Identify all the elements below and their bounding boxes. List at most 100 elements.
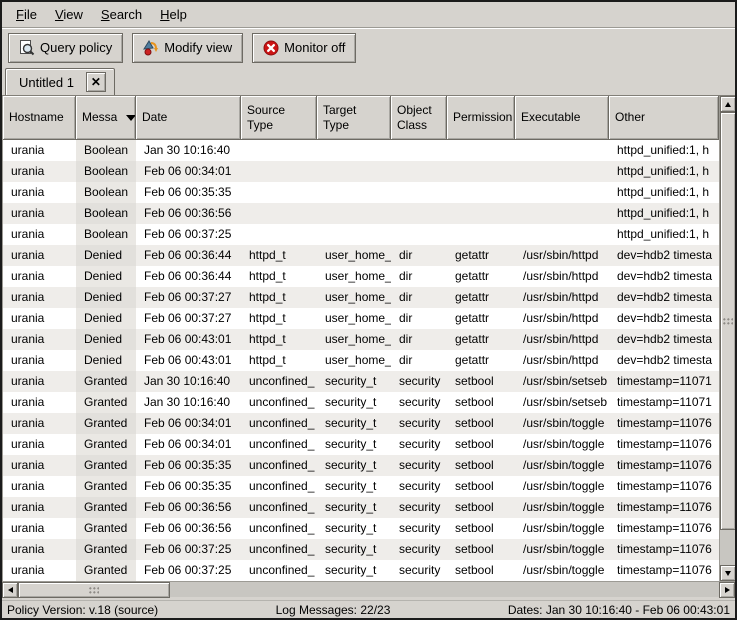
vertical-scrollbar[interactable] [719, 96, 735, 581]
cell-target_type: user_home_ [317, 245, 391, 266]
tab-strip: Untitled 1 ✕ [2, 66, 735, 95]
cell-permission [447, 182, 515, 203]
table-row[interactable]: uraniaBooleanFeb 06 00:35:35httpd_unifie… [3, 182, 719, 203]
cell-date: Feb 06 00:34:01 [136, 434, 241, 455]
modify-view-icon [143, 40, 159, 56]
cell-object_class [391, 203, 447, 224]
cell-object_class [391, 140, 447, 161]
cell-date: Jan 30 10:16:40 [136, 392, 241, 413]
cell-permission: getattr [447, 266, 515, 287]
column-header-source-type[interactable]: Source Type [241, 96, 317, 140]
cell-permission: getattr [447, 308, 515, 329]
cell-permission: setbool [447, 476, 515, 497]
column-header-hostname[interactable]: Hostname [3, 96, 76, 140]
table-row[interactable]: uraniaGrantedFeb 06 00:34:01unconfined_s… [3, 413, 719, 434]
cell-date: Feb 06 00:37:25 [136, 560, 241, 581]
table-row[interactable]: uraniaGrantedFeb 06 00:37:25unconfined_s… [3, 560, 719, 581]
grip-dots-icon [89, 587, 99, 594]
cell-target_type: security_t [317, 518, 391, 539]
cell-object_class [391, 182, 447, 203]
cell-hostname: urania [3, 539, 76, 560]
table-row[interactable]: uraniaBooleanFeb 06 00:37:25httpd_unifie… [3, 224, 719, 245]
cell-hostname: urania [3, 203, 76, 224]
cell-hostname: urania [3, 329, 76, 350]
cell-other: httpd_unified:1, h [609, 140, 719, 161]
cell-source_type [241, 161, 317, 182]
query-policy-button[interactable]: Query policy [8, 33, 123, 63]
cell-source_type: unconfined_ [241, 518, 317, 539]
monitor-off-button[interactable]: Monitor off [252, 33, 356, 63]
table-row[interactable]: uraniaGrantedFeb 06 00:35:35unconfined_s… [3, 476, 719, 497]
table-row[interactable]: uraniaDeniedFeb 06 00:37:27httpd_tuser_h… [3, 287, 719, 308]
cell-target_type: user_home_ [317, 329, 391, 350]
table-row[interactable]: uraniaDeniedFeb 06 00:43:01httpd_tuser_h… [3, 329, 719, 350]
scroll-up-button[interactable] [720, 96, 736, 112]
table-row[interactable]: uraniaGrantedJan 30 10:16:40unconfined_s… [3, 371, 719, 392]
cell-hostname: urania [3, 182, 76, 203]
table-row[interactable]: uraniaGrantedFeb 06 00:37:25unconfined_s… [3, 539, 719, 560]
menu-search[interactable]: Search [92, 4, 151, 25]
column-header-target-type[interactable]: Target Type [317, 96, 391, 140]
table-row[interactable]: uraniaBooleanJan 30 10:16:40httpd_unifie… [3, 140, 719, 161]
table-row[interactable]: uraniaBooleanFeb 06 00:36:56httpd_unifie… [3, 203, 719, 224]
cell-date: Feb 06 00:35:35 [136, 455, 241, 476]
table-row[interactable]: uraniaGrantedFeb 06 00:34:01unconfined_s… [3, 434, 719, 455]
tab-untitled-1[interactable]: Untitled 1 ✕ [5, 68, 115, 95]
scroll-left-button[interactable] [2, 582, 18, 598]
cell-executable [515, 203, 609, 224]
cell-hostname: urania [3, 413, 76, 434]
cell-object_class: security [391, 371, 447, 392]
cell-source_type: httpd_t [241, 350, 317, 371]
cell-source_type: httpd_t [241, 287, 317, 308]
column-header-other[interactable]: Other [609, 96, 719, 140]
cell-other: timestamp=11071 [609, 392, 719, 413]
cell-object_class: security [391, 434, 447, 455]
menu-file[interactable]: File [7, 4, 46, 25]
table-row[interactable]: uraniaGrantedFeb 06 00:36:56unconfined_s… [3, 497, 719, 518]
tab-close-button[interactable]: ✕ [86, 72, 106, 92]
cell-target_type [317, 161, 391, 182]
column-header-permission[interactable]: Permission [447, 96, 515, 140]
menu-help[interactable]: Help [151, 4, 196, 25]
cell-executable: /usr/sbin/httpd [515, 245, 609, 266]
modify-view-button[interactable]: Modify view [132, 33, 243, 63]
column-header-object-class[interactable]: Object Class [391, 96, 447, 140]
menu-view[interactable]: View [46, 4, 92, 25]
cell-message: Granted [76, 434, 136, 455]
cell-permission: getattr [447, 245, 515, 266]
table-row[interactable]: uraniaDeniedFeb 06 00:37:27httpd_tuser_h… [3, 308, 719, 329]
cell-hostname: urania [3, 560, 76, 581]
cell-target_type: security_t [317, 371, 391, 392]
cell-source_type: httpd_t [241, 245, 317, 266]
cell-message: Boolean [76, 161, 136, 182]
table-row[interactable]: uraniaDeniedFeb 06 00:36:44httpd_tuser_h… [3, 245, 719, 266]
close-icon: ✕ [91, 76, 101, 88]
cell-permission: setbool [447, 413, 515, 434]
column-header-executable[interactable]: Executable [515, 96, 609, 140]
cell-object_class: security [391, 392, 447, 413]
log-messages-status: Log Messages: 22/23 [276, 603, 391, 617]
cell-source_type: unconfined_ [241, 371, 317, 392]
vertical-scroll-thumb[interactable] [720, 112, 736, 530]
cell-date: Jan 30 10:16:40 [136, 140, 241, 161]
cell-executable: /usr/sbin/toggle [515, 413, 609, 434]
column-header-message[interactable]: Messa [76, 96, 136, 140]
table-row[interactable]: uraniaGrantedJan 30 10:16:40unconfined_s… [3, 392, 719, 413]
cell-object_class: dir [391, 245, 447, 266]
table-row[interactable]: uraniaBooleanFeb 06 00:34:01httpd_unifie… [3, 161, 719, 182]
table-row[interactable]: uraniaGrantedFeb 06 00:36:56unconfined_s… [3, 518, 719, 539]
cell-object_class: dir [391, 266, 447, 287]
scroll-right-button[interactable] [719, 582, 735, 598]
table-row[interactable]: uraniaDeniedFeb 06 00:36:44httpd_tuser_h… [3, 266, 719, 287]
cell-hostname: urania [3, 287, 76, 308]
cell-executable: /usr/sbin/toggle [515, 434, 609, 455]
cell-object_class: security [391, 455, 447, 476]
column-header-date[interactable]: Date [136, 96, 241, 140]
scroll-down-button[interactable] [720, 565, 736, 581]
table-row[interactable]: uraniaGrantedFeb 06 00:35:35unconfined_s… [3, 455, 719, 476]
cell-hostname: urania [3, 434, 76, 455]
horizontal-scroll-thumb[interactable] [18, 582, 170, 598]
table-row[interactable]: uraniaDeniedFeb 06 00:43:01httpd_tuser_h… [3, 350, 719, 371]
app-window: File View Search Help Query policy [0, 0, 737, 620]
horizontal-scrollbar[interactable] [2, 581, 735, 597]
